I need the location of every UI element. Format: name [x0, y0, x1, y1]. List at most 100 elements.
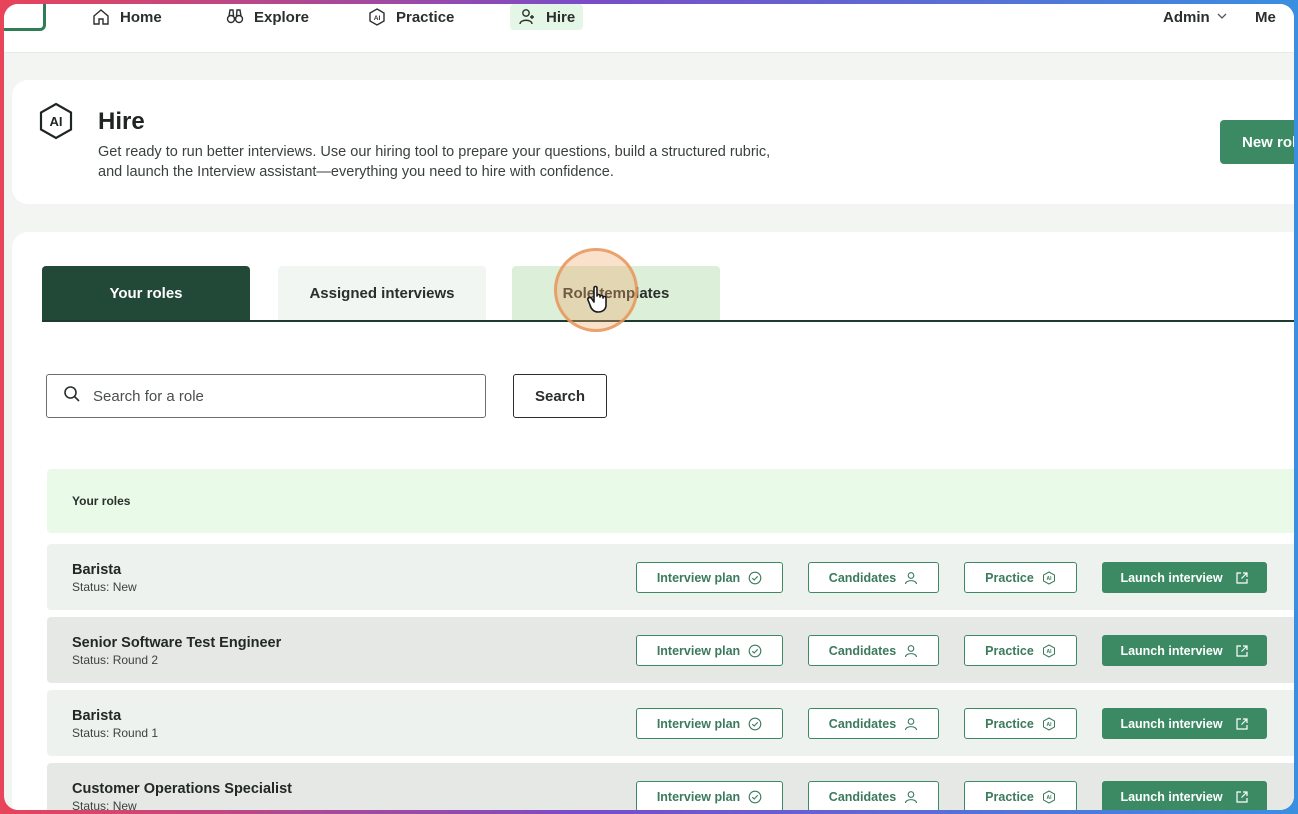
practice-button[interactable]: Practice AI: [964, 562, 1077, 593]
launch-interview-button[interactable]: Launch interview: [1102, 635, 1267, 666]
role-row: Barista Status: Round 1 Interview plan C…: [47, 690, 1294, 756]
practice-label: Practice: [985, 716, 1034, 731]
candidates-button[interactable]: Candidates: [808, 708, 939, 739]
launch-interview-label: Launch interview: [1120, 570, 1223, 585]
interview-plan-button[interactable]: Interview plan: [636, 708, 783, 739]
roles-panel: Your roles Assigned interviews Role temp…: [12, 232, 1294, 810]
admin-label: Admin: [1163, 8, 1210, 26]
role-status: Status: New: [72, 580, 137, 594]
interview-plan-label: Interview plan: [656, 716, 741, 731]
binoculars-icon: [226, 8, 244, 26]
person-icon: [904, 644, 918, 658]
practice-button[interactable]: Practice AI: [964, 708, 1077, 739]
page-title: Hire: [98, 108, 145, 135]
ai-hexagon-icon: AI: [1042, 570, 1056, 585]
launch-interview-button[interactable]: Launch interview: [1102, 708, 1267, 739]
interview-plan-label: Interview plan: [656, 643, 741, 658]
svg-text:AI: AI: [1046, 649, 1052, 655]
hand-cursor-icon: [587, 285, 607, 313]
candidates-label: Candidates: [828, 570, 897, 585]
logo[interactable]: [4, 4, 46, 31]
candidates-button[interactable]: Candidates: [808, 562, 939, 593]
interview-plan-button[interactable]: Interview plan: [636, 562, 783, 593]
role-status: Status: New: [72, 799, 137, 810]
practice-label: Practice: [985, 789, 1034, 804]
practice-button[interactable]: Practice AI: [964, 635, 1077, 666]
candidates-button[interactable]: Candidates: [808, 781, 939, 810]
svg-text:AI: AI: [374, 15, 381, 22]
nav-home-label: Home: [120, 8, 162, 26]
interview-plan-button[interactable]: Interview plan: [636, 635, 783, 666]
home-icon: [92, 8, 110, 26]
candidates-label: Candidates: [828, 716, 897, 731]
search-button[interactable]: Search: [513, 374, 607, 418]
search-field[interactable]: [46, 374, 486, 418]
chevron-down-icon: [1216, 9, 1228, 26]
ai-hexagon-icon: AI: [368, 8, 386, 26]
role-name: Customer Operations Specialist: [72, 781, 292, 797]
nav-explore-label: Explore: [254, 8, 310, 26]
ai-hexagon-icon: AI: [1042, 716, 1056, 731]
launch-interview-label: Launch interview: [1120, 643, 1223, 658]
hire-header-card: AI Hire Get ready to run better intervie…: [12, 80, 1294, 204]
nav-explore[interactable]: Explore: [226, 4, 309, 30]
check-circle-icon: [748, 571, 762, 585]
practice-label: Practice: [985, 570, 1034, 585]
person-icon: [904, 571, 918, 585]
add-person-icon: [518, 8, 536, 26]
launch-interview-label: Launch interview: [1120, 716, 1223, 731]
person-icon: [904, 790, 918, 804]
candidates-label: Candidates: [828, 789, 897, 804]
svg-text:AI: AI: [50, 114, 63, 129]
ai-hexagon-icon: AI: [1042, 643, 1056, 658]
candidates-button[interactable]: Candidates: [808, 635, 939, 666]
your-roles-section-header: Your roles: [47, 469, 1294, 533]
interview-plan-label: Interview plan: [656, 789, 741, 804]
new-role-button[interactable]: New rol: [1220, 120, 1294, 164]
search-icon: [63, 385, 81, 408]
interview-plan-button[interactable]: Interview plan: [636, 781, 783, 810]
role-name: Barista: [72, 708, 122, 724]
role-row: Senior Software Test Engineer Status: Ro…: [47, 617, 1294, 683]
me-label: Me: [1255, 8, 1276, 26]
nav-hire[interactable]: Hire: [510, 4, 584, 30]
ai-hexagon-icon: AI: [39, 102, 73, 140]
check-circle-icon: [748, 790, 762, 804]
me-menu[interactable]: Me: [1255, 4, 1276, 30]
role-row: Barista Status: New Interview plan Candi…: [47, 544, 1294, 610]
check-circle-icon: [748, 644, 762, 658]
search-input[interactable]: [91, 386, 455, 406]
app-window: Home Explore AI Practice Hire Admin Me A…: [4, 4, 1294, 810]
tab-your-roles[interactable]: Your roles: [42, 266, 250, 320]
external-link-icon: [1235, 790, 1249, 804]
nav-practice-label: Practice: [396, 8, 455, 26]
role-name: Senior Software Test Engineer: [72, 635, 282, 651]
svg-text:AI: AI: [1046, 795, 1052, 801]
tab-assigned-interviews[interactable]: Assigned interviews: [278, 266, 486, 320]
person-icon: [904, 717, 918, 731]
check-circle-icon: [748, 717, 762, 731]
external-link-icon: [1235, 644, 1249, 658]
launch-interview-label: Launch interview: [1120, 789, 1223, 804]
nav-practice[interactable]: AI Practice: [368, 4, 454, 30]
nav-home[interactable]: Home: [92, 4, 162, 30]
tabs-divider: [42, 320, 1294, 322]
interview-plan-label: Interview plan: [656, 570, 741, 585]
launch-interview-button[interactable]: Launch interview: [1102, 562, 1267, 593]
candidates-label: Candidates: [828, 643, 897, 658]
launch-interview-button[interactable]: Launch interview: [1102, 781, 1267, 810]
role-status: Status: Round 2: [72, 653, 159, 667]
nav-hire-label: Hire: [546, 8, 576, 26]
practice-label: Practice: [985, 643, 1034, 658]
external-link-icon: [1235, 571, 1249, 585]
role-name: Barista: [72, 562, 122, 578]
practice-button[interactable]: Practice AI: [964, 781, 1077, 810]
svg-text:AI: AI: [1046, 722, 1052, 728]
external-link-icon: [1235, 717, 1249, 731]
role-row: Customer Operations Specialist Status: N…: [47, 763, 1294, 810]
admin-menu[interactable]: Admin: [1163, 4, 1228, 30]
page-description: Get ready to run better interviews. Use …: [98, 144, 771, 180]
top-nav: Home Explore AI Practice Hire Admin Me: [4, 4, 1294, 53]
role-status: Status: Round 1: [72, 726, 159, 740]
ai-hexagon-icon: AI: [1042, 789, 1056, 804]
